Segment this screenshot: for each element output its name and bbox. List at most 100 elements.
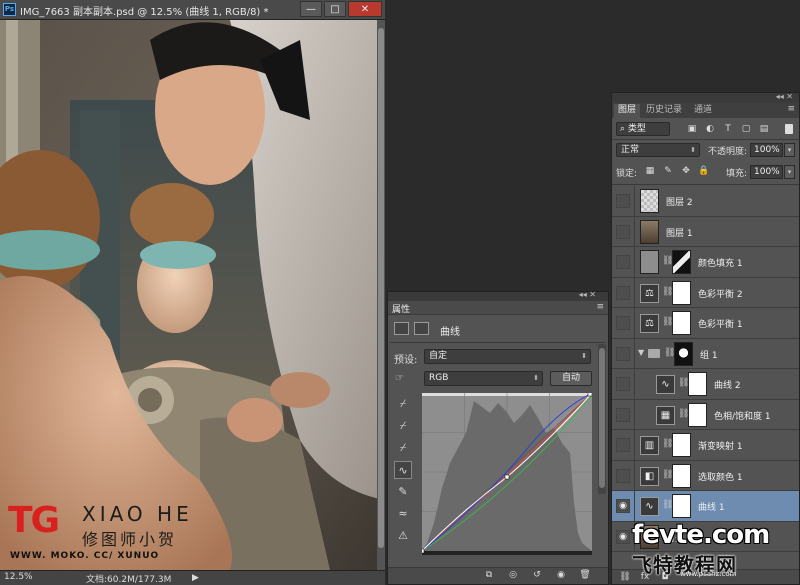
- tab-channels[interactable]: 通道: [690, 104, 716, 118]
- visibility-icon[interactable]: ◉: [554, 570, 568, 582]
- document-titlebar[interactable]: Ps IMG_7663 副本副本.psd @ 12.5% (曲线 1, RGB/…: [0, 0, 385, 20]
- layer-mask-thumbnail[interactable]: [688, 372, 707, 396]
- properties-scrollbar[interactable]: [598, 344, 606, 494]
- layer-name[interactable]: 渐变映射 1: [698, 439, 743, 452]
- layer-name[interactable]: 组 1: [700, 348, 718, 361]
- sample-black-eyedropper-icon[interactable]: ⌿: [394, 395, 412, 413]
- layer-mask-icon[interactable]: [414, 322, 430, 335]
- smart-object-filter-icon[interactable]: ▤: [758, 123, 770, 135]
- layer-name[interactable]: 图层 1: [666, 226, 693, 239]
- adjustment-filter-icon[interactable]: ◐: [704, 123, 716, 135]
- close-button[interactable]: ✕: [348, 1, 382, 17]
- lock-transparent-icon[interactable]: ▦: [644, 165, 656, 177]
- visibility-toggle[interactable]: [616, 316, 630, 330]
- tab-history[interactable]: 历史记录: [642, 104, 686, 118]
- layer-row[interactable]: 图层 1: [612, 216, 799, 247]
- layer-mask-thumbnail[interactable]: [672, 494, 691, 518]
- visibility-toggle[interactable]: [616, 285, 630, 300]
- group-disclosure-icon[interactable]: ▼: [638, 348, 644, 357]
- sample-white-eyedropper-icon[interactable]: ⌿: [394, 439, 412, 457]
- visibility-toggle[interactable]: [616, 346, 630, 361]
- layer-mask-thumbnail[interactable]: [672, 280, 691, 305]
- layer-thumbnail[interactable]: [640, 250, 659, 274]
- tab-layers[interactable]: 图层: [614, 104, 641, 118]
- draw-pencil-icon[interactable]: ✎: [394, 483, 412, 501]
- opacity-slider-button[interactable]: ▾: [784, 143, 795, 157]
- curves-icon[interactable]: ∿: [640, 497, 659, 516]
- layer-name[interactable]: 颜色填充 1: [698, 256, 743, 269]
- shape-filter-icon[interactable]: ▢: [740, 123, 752, 135]
- layer-row[interactable]: ∿ ⛓ 曲线 2: [612, 369, 799, 400]
- preset-select[interactable]: 自定 ⬍: [424, 349, 591, 364]
- blend-mode-select[interactable]: 正常 ⬍: [616, 143, 700, 157]
- layer-name[interactable]: 曲线 2: [714, 378, 741, 391]
- clip-to-layer-icon[interactable]: ⧉: [482, 570, 496, 582]
- balance-icon[interactable]: ⚖: [640, 283, 659, 303]
- curves-icon[interactable]: ∿: [656, 375, 675, 394]
- channel-select[interactable]: RGB ⬍: [424, 371, 543, 386]
- curves-adjustment-icon[interactable]: [394, 322, 409, 335]
- layer-thumbnail[interactable]: [640, 189, 659, 213]
- curves-graph[interactable]: [422, 393, 592, 555]
- layer-mask-thumbnail[interactable]: [674, 341, 693, 366]
- type-filter-icon[interactable]: T: [722, 123, 734, 135]
- image-canvas[interactable]: TG XIAO HE 修图师小贺 WWW. MOKO. CC/ XUNUO: [0, 20, 385, 570]
- targeted-adjustment-hand-icon[interactable]: ☞: [395, 373, 411, 385]
- curve-point-mid[interactable]: [504, 474, 510, 480]
- panel-drag-strip[interactable]: ◂◂ ✕: [388, 290, 608, 301]
- layer-row[interactable]: 图层 2: [612, 186, 799, 217]
- layer-mask-thumbnail[interactable]: [672, 463, 691, 488]
- reset-icon[interactable]: ↺: [530, 570, 544, 582]
- opacity-field[interactable]: 100%: [750, 143, 783, 157]
- visibility-toggle[interactable]: [616, 438, 630, 452]
- status-menu-arrow[interactable]: ▶: [192, 573, 199, 583]
- curve-point-white[interactable]: [587, 393, 592, 397]
- layer-row[interactable]: ⚖ ⛓ 色彩平衡 2: [612, 277, 799, 308]
- selective-color-icon[interactable]: ◧: [640, 466, 659, 486]
- collapse-panel-icon[interactable]: ◂◂ ✕: [776, 92, 793, 101]
- layer-name[interactable]: 色相/饱和度 1: [714, 409, 771, 422]
- lock-position-icon[interactable]: ✥: [680, 165, 692, 177]
- panel-menu-icon[interactable]: ≡: [596, 302, 604, 312]
- minimize-button[interactable]: —: [300, 1, 322, 17]
- layer-mask-thumbnail[interactable]: [672, 433, 691, 457]
- scrollbar-thumb[interactable]: [378, 28, 384, 548]
- visibility-toggle[interactable]: [616, 224, 630, 239]
- sample-gray-eyedropper-icon[interactable]: ⌿: [394, 417, 412, 435]
- curve-point-black[interactable]: [422, 548, 425, 554]
- layer-mask-thumbnail[interactable]: [688, 402, 707, 427]
- vertical-scrollbar[interactable]: [377, 20, 385, 570]
- view-previous-icon[interactable]: ◎: [506, 570, 520, 582]
- layer-mask-thumbnail[interactable]: [672, 250, 691, 274]
- tab-properties[interactable]: 属性: [392, 302, 410, 315]
- layer-row[interactable]: ⚖ ⛓ 色彩平衡 1: [612, 308, 799, 339]
- layer-filter-select[interactable]: ⌕ 类型: [616, 122, 670, 136]
- smooth-curve-icon[interactable]: ≈: [394, 505, 412, 523]
- clipping-warning-icon[interactable]: ⚠: [394, 527, 412, 545]
- layer-row[interactable]: ◉ ∿ ⛓ 曲线 1: [612, 491, 799, 522]
- eye-icon[interactable]: ◉: [616, 499, 630, 513]
- layer-name[interactable]: 色彩平衡 1: [698, 317, 743, 330]
- gradient-map-icon[interactable]: ▥: [640, 436, 659, 455]
- lock-all-icon[interactable]: 🔒: [698, 165, 710, 177]
- visibility-toggle[interactable]: [616, 194, 630, 208]
- layer-row[interactable]: ▼ ⛓ 组 1: [612, 338, 799, 369]
- fill-field[interactable]: 100%: [750, 165, 783, 179]
- fill-slider-button[interactable]: ▾: [784, 165, 795, 179]
- visibility-toggle[interactable]: [616, 255, 630, 269]
- pixel-filter-icon[interactable]: ▣: [686, 123, 698, 135]
- visibility-toggle[interactable]: [616, 407, 630, 422]
- auto-button[interactable]: 自动: [550, 371, 592, 386]
- panel-drag-strip[interactable]: ◂◂ ✕: [612, 92, 799, 103]
- visibility-toggle[interactable]: [616, 377, 630, 391]
- layer-name[interactable]: 曲线 1: [698, 500, 725, 513]
- layer-name[interactable]: 选取颜色 1: [698, 470, 743, 483]
- zoom-level[interactable]: 12.5%: [4, 572, 33, 582]
- scrollbar-thumb[interactable]: [599, 348, 605, 488]
- layer-name[interactable]: 色彩平衡 2: [698, 287, 743, 300]
- delete-icon[interactable]: 🗑: [578, 570, 592, 582]
- collapse-panel-icon[interactable]: ◂◂ ✕: [579, 290, 596, 299]
- layer-thumbnail[interactable]: [640, 219, 659, 244]
- layer-row[interactable]: ⛓ 颜色填充 1: [612, 247, 799, 278]
- link-layers-icon[interactable]: ⛓: [618, 572, 632, 584]
